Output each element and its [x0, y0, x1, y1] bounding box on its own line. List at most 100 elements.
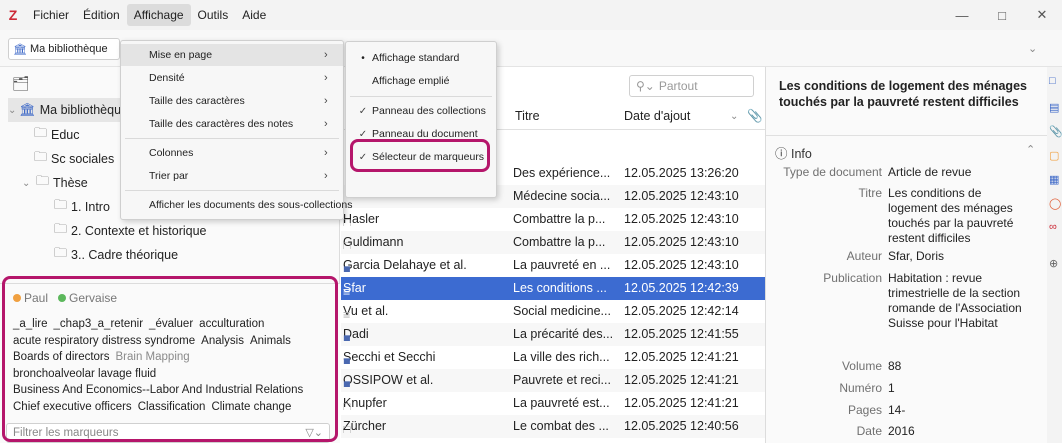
column-title[interactable]: Titre: [515, 109, 540, 123]
info-nav-icon[interactable]: □: [1049, 75, 1056, 87]
cell-title: La pauvreté est...: [513, 396, 610, 410]
related-nav-icon[interactable]: ∞: [1049, 221, 1057, 233]
libraries-nav-icon[interactable]: ▦: [1049, 173, 1059, 186]
abstract-nav-icon[interactable]: ▤: [1049, 101, 1059, 114]
cell-date-added: 12.05.2025 12:41:55: [624, 327, 739, 341]
folder-icon: 🗀: [36, 173, 50, 188]
menu-aide[interactable]: Aide: [235, 4, 273, 26]
tree-item-sc-sociales[interactable]: 🗀 Sc sociales: [34, 147, 114, 171]
sort-chevron-icon[interactable]: ⌄: [730, 111, 738, 122]
tree-item-contexte[interactable]: 🗀 2. Contexte et historique: [54, 219, 207, 243]
menu-item-font-size[interactable]: Taille des caractères ›: [121, 90, 343, 112]
column-date-added[interactable]: Date d'ajout: [624, 109, 690, 123]
field-value-issue[interactable]: 1: [888, 381, 1030, 396]
table-row[interactable]: ■ Secchi et Secchi La ville des rich... 12.…: [341, 346, 765, 369]
tree-item-label: 3.. Cadre théorique: [71, 248, 179, 262]
field-value-volume[interactable]: 88: [888, 359, 1030, 374]
table-row[interactable]: □HausherrUn moyen de l...12.05.2025 12:4…: [341, 438, 765, 443]
minimize-icon[interactable]: —: [942, 0, 982, 30]
chevron-down-icon[interactable]: ⌄: [1028, 42, 1037, 55]
cell-title: Combattre la p...: [513, 212, 606, 226]
info-icon: ⓘ: [775, 147, 788, 161]
table-row[interactable]: □ Guldimann Combattre la p... 12.05.2025 12…: [341, 231, 765, 254]
tree-item-intro[interactable]: 🗀 1. Intro: [54, 195, 110, 219]
menu-item-standard-view[interactable]: • Affichage standard: [346, 47, 496, 69]
table-row[interactable]: ≡ Vu et al. Social medicine... 12.05.2025 1…: [341, 300, 765, 323]
cell-title: La ville des rich...: [513, 350, 610, 364]
cell-date-added: 12.05.2025 12:43:10: [624, 235, 739, 249]
twisty-icon[interactable]: ⌄: [22, 178, 36, 189]
menu-item-show-subcollections[interactable]: Afficher les documents des sous-collecti…: [121, 194, 353, 216]
cell-date-added: 12.05.2025 12:42:39: [624, 281, 739, 295]
field-value-title[interactable]: Les conditions de logement des ménages t…: [888, 186, 1030, 246]
maximize-icon[interactable]: □: [982, 0, 1022, 30]
cell-creator: □ Zürcher: [343, 419, 513, 433]
cell-title: Les conditions ...: [513, 281, 607, 295]
chevron-right-icon: ›: [324, 72, 328, 84]
tree-item-library[interactable]: ⌄ 🏛 Ma bibliothèque: [8, 98, 128, 122]
tags-nav-icon[interactable]: ◯: [1049, 197, 1061, 210]
bullet-icon: •: [361, 52, 365, 64]
tree-item-cadre-theorique[interactable]: 🗀 3.. Cadre théorique: [54, 243, 178, 267]
field-label: Auteur: [846, 249, 882, 263]
article-icon: ≡: [343, 308, 351, 318]
menu-separator: [350, 96, 492, 97]
add-nav-icon[interactable]: ⊕: [1049, 257, 1058, 270]
menu-fichier[interactable]: Fichier: [26, 4, 76, 26]
field-value-publication[interactable]: Habitation : revue trimestrielle de la s…: [888, 271, 1030, 331]
menu-item-label: Colonnes: [149, 147, 194, 159]
attachment-column-icon[interactable]: 📎: [747, 109, 763, 124]
close-icon[interactable]: ✕: [1022, 0, 1062, 30]
table-row[interactable]: ≡ Sfar Les conditions ... 12.05.2025 12:42:…: [341, 277, 765, 300]
menu-edition[interactable]: Édition: [76, 4, 127, 26]
table-row[interactable]: □ Knupfer La pauvreté est... 12.05.2025 12:…: [341, 392, 765, 415]
chevron-up-icon[interactable]: ⌃: [1026, 143, 1035, 156]
menu-item-columns[interactable]: Colonnes ›: [121, 142, 343, 164]
field-label: Date: [856, 424, 882, 438]
library-selector[interactable]: 🏛 Ma bibliothèque: [8, 38, 120, 60]
twisty-icon[interactable]: ⌄: [8, 105, 19, 116]
menu-item-note-font-size[interactable]: Taille des caractères des notes ›: [121, 113, 343, 135]
menu-outils[interactable]: Outils: [191, 4, 236, 26]
cell-title: Combattre la p...: [513, 235, 606, 249]
cell-date-added: 12.05.2025 12:43:10: [624, 189, 739, 203]
folder-icon: 🗀: [34, 125, 48, 140]
new-collection-icon[interactable]: 🗂: [12, 75, 30, 92]
cell-title: Pauvrete et reci...: [513, 373, 611, 387]
folder-icon: 🗀: [54, 221, 68, 236]
notes-nav-icon[interactable]: ▢: [1049, 149, 1059, 162]
tree-item-these[interactable]: ⌄ 🗀 Thèse: [22, 171, 88, 195]
field-value-date[interactable]: 2016: [888, 424, 1030, 439]
search-placeholder: Partout: [658, 79, 698, 93]
cell-title: Social medicine...: [513, 304, 611, 318]
table-row[interactable]: □ Zürcher Le combat des ... 12.05.2025 12:4…: [341, 415, 765, 438]
menu-affichage[interactable]: Affichage: [126, 4, 191, 26]
menu-separator: [125, 190, 339, 191]
cell-date-added: 12.05.2025 12:41:21: [624, 373, 739, 387]
field-value-pages[interactable]: 14-: [888, 403, 1030, 418]
tree-item-educ[interactable]: 🗀 Educ: [34, 123, 80, 147]
menu-item-layout[interactable]: Mise en page ›: [121, 44, 343, 66]
table-row[interactable]: ■ Garcia Delahaye et al. La pauvreté en ..…: [341, 254, 765, 277]
cell-creator: □ Hasler: [343, 212, 513, 226]
book-icon: ■: [343, 377, 351, 387]
chevron-right-icon: ›: [324, 49, 328, 61]
info-section-header[interactable]: ⓘ Info: [775, 143, 812, 162]
field-value-type[interactable]: Article de revue: [888, 165, 1030, 180]
tree-item-label: Sc sociales: [51, 152, 115, 166]
chevron-right-icon: ›: [324, 147, 328, 159]
tree-item-label: 1. Intro: [71, 200, 110, 214]
folder-icon: 🗀: [34, 149, 48, 164]
chevron-right-icon: ›: [324, 118, 328, 130]
menu-item-density[interactable]: Densité ›: [121, 67, 343, 89]
attachment-nav-icon[interactable]: 📎: [1049, 125, 1062, 138]
menu-item-stacked-view[interactable]: Affichage emplié: [346, 70, 496, 92]
search-input[interactable]: ⚲⌄ Partout: [629, 75, 754, 97]
menu-item-collections-pane[interactable]: ✓ Panneau des collections: [346, 100, 496, 122]
cell-creator: ≡ Vu et al.: [343, 304, 513, 318]
table-row[interactable]: □ Hasler Combattre la p... 12.05.2025 12:43…: [341, 208, 765, 231]
field-value-author[interactable]: Sfar, Doris: [888, 249, 1030, 264]
menu-item-sort-by[interactable]: Trier par ›: [121, 165, 343, 187]
table-row[interactable]: ■ OSSIPOW et al. Pauvrete et reci... 12.05.…: [341, 369, 765, 392]
table-row[interactable]: ■ Dadi La précarité des... 12.05.2025 12:41…: [341, 323, 765, 346]
